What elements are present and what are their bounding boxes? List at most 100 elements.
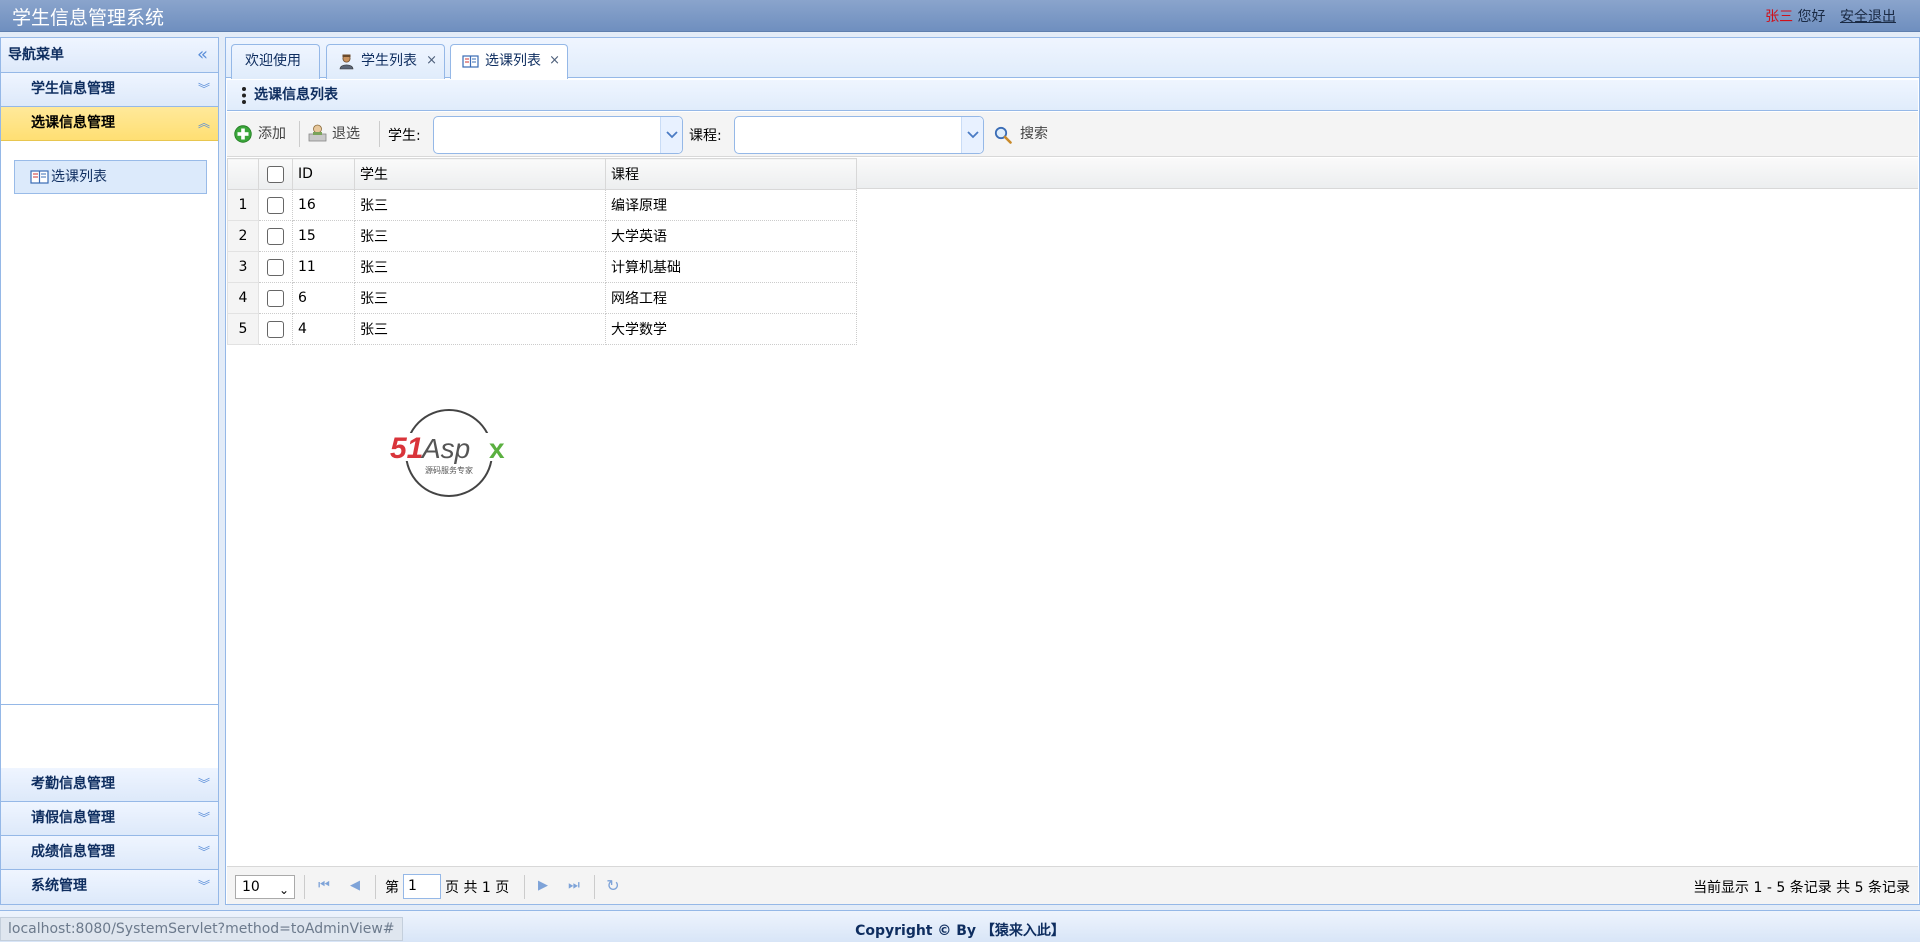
sidebar-section-student[interactable]: 学生信息管理 ︾: [1, 73, 218, 107]
table-row[interactable]: 5 4 张三 大学数学: [227, 313, 857, 345]
main-panel: 欢迎使用 学生列表 × 选课列表 × 选课信息列表 添加 退选 学生: 课程: …: [225, 37, 1920, 905]
tab-student-list[interactable]: 学生列表 ×: [326, 44, 445, 79]
select-all-cell: [258, 158, 293, 190]
close-icon[interactable]: ×: [549, 45, 560, 77]
prev-page-icon[interactable]: ◀: [345, 876, 365, 896]
close-icon[interactable]: ×: [426, 45, 437, 77]
row-select-cell: [258, 189, 293, 221]
tab-welcome[interactable]: 欢迎使用: [231, 44, 320, 79]
cell-id: 6: [292, 282, 355, 314]
section-label: 请假信息管理: [31, 810, 115, 826]
app-title: 学生信息管理系统: [12, 7, 165, 29]
toolbar-divider: [299, 121, 300, 147]
current-page-input[interactable]: 1: [403, 874, 441, 899]
logout-link[interactable]: 安全退出: [1840, 9, 1896, 25]
sidebar-item-label: 选课列表: [51, 169, 107, 185]
column-header-student[interactable]: 学生: [354, 158, 606, 190]
row-number: 5: [227, 313, 259, 345]
course-selection-grid: ID 学生 课程 1 16 张三 编译原理 2 1 5 张三 大学英语 3 11 …: [227, 158, 857, 345]
withdraw-icon: [308, 124, 327, 142]
expand-icon: ︾: [197, 845, 210, 859]
refresh-icon[interactable]: ↻: [603, 876, 623, 896]
collapse-sidebar-icon[interactable]: «: [197, 38, 208, 72]
table-row[interactable]: 4 6 张三 网络工程: [227, 282, 857, 314]
expand-icon: ︾: [197, 777, 210, 791]
table-row[interactable]: 1 16 张三 编译原理: [227, 189, 857, 221]
cell-id: 4: [292, 313, 355, 345]
expand-icon: ︾: [197, 811, 210, 825]
student-combobox[interactable]: [433, 116, 683, 154]
search-button[interactable]: 搜索: [994, 120, 1048, 148]
watermark-logo: 51 Asp x 源码服务专家: [386, 409, 516, 497]
chevron-down-icon: [666, 131, 678, 139]
dropdown-arrow[interactable]: [660, 117, 682, 153]
cell-id: 11: [292, 251, 355, 283]
grid-header-row: ID 学生 课程: [227, 158, 857, 190]
section-label: 学生信息管理: [31, 81, 115, 97]
tab-bar: 欢迎使用 学生列表 × 选课列表 ×: [226, 38, 1919, 79]
tab-label: 学生列表: [361, 53, 417, 69]
cell-student: 张三: [354, 282, 606, 314]
search-label: 搜索: [1020, 126, 1048, 142]
next-page-icon[interactable]: ▶: [533, 876, 553, 896]
sidebar-section-leave[interactable]: 请假信息管理 ︾: [1, 802, 218, 836]
row-checkbox[interactable]: [267, 227, 284, 245]
footer: Copyright © By 【猿来入此】 localhost:8080/Sys…: [0, 910, 1920, 942]
cell-course: 计算机基础: [605, 251, 857, 283]
watermark-tagline: 源码服务专家: [425, 465, 473, 475]
sidebar-section-attendance[interactable]: 考勤信息管理 ︾: [1, 768, 218, 802]
cell-course: 编译原理: [605, 189, 857, 221]
column-header-course[interactable]: 课程: [605, 158, 857, 190]
section-label: 成绩信息管理: [31, 844, 115, 860]
page-size-value: 10: [242, 879, 260, 895]
dropdown-arrow[interactable]: [961, 117, 983, 153]
column-header-id[interactable]: ID: [292, 158, 355, 190]
app-header: 学生信息管理系统 张三 您好 安全退出: [0, 0, 1920, 32]
row-checkbox[interactable]: [267, 320, 284, 338]
select-all-checkbox[interactable]: [267, 165, 284, 183]
sidebar-item-course-list[interactable]: 选课列表: [14, 160, 207, 194]
row-number: 2: [227, 220, 259, 252]
last-page-icon[interactable]: ⏭: [564, 876, 584, 896]
row-checkbox[interactable]: [267, 258, 284, 276]
add-button[interactable]: 添加: [234, 120, 286, 148]
sidebar-title: 导航菜单: [8, 47, 64, 63]
add-icon: [234, 125, 252, 143]
cell-student: 张三: [354, 313, 606, 345]
table-row[interactable]: 3 11 张三 计算机基础: [227, 251, 857, 283]
withdraw-button[interactable]: 退选: [308, 120, 360, 148]
watermark-brand-asp: Asp: [420, 433, 470, 464]
sidebar-section-grades[interactable]: 成绩信息管理 ︾: [1, 836, 218, 870]
sidebar-section-course-selection[interactable]: 选课信息管理 ︽: [1, 107, 218, 141]
more-vertical-icon: [242, 87, 246, 104]
table-row[interactable]: 2 15 张三 大学英语: [227, 220, 857, 252]
user-area: 张三 您好 安全退出: [1765, 6, 1896, 26]
row-select-cell: [258, 313, 293, 345]
panel-title: 选课信息列表: [254, 87, 338, 103]
section-label: 选课信息管理: [31, 115, 115, 131]
row-checkbox[interactable]: [267, 289, 284, 307]
cell-id: 16: [292, 189, 355, 221]
row-number: 1: [227, 189, 259, 221]
first-page-icon[interactable]: ⏮: [314, 876, 334, 896]
cell-course: 大学数学: [605, 313, 857, 345]
sidebar-section-system[interactable]: 系统管理 ︾: [1, 870, 218, 904]
page-size-select[interactable]: 10 ⌄: [235, 875, 295, 899]
row-select-cell: [258, 251, 293, 283]
tab-course-list[interactable]: 选课列表 ×: [450, 44, 568, 79]
pager-divider: [524, 875, 525, 899]
cell-course: 大学英语: [605, 220, 857, 252]
browser-status-url: localhost:8080/SystemServlet?method=toAd…: [0, 917, 403, 941]
withdraw-label: 退选: [332, 126, 360, 142]
page-prefix: 第: [385, 880, 399, 896]
row-number: 3: [227, 251, 259, 283]
sidebar-header: 导航菜单 «: [1, 38, 218, 73]
record-info: 当前显示 1 - 5 条记录 共 5 条记录: [1693, 880, 1910, 896]
course-combobox[interactable]: [734, 116, 984, 154]
row-checkbox[interactable]: [267, 196, 284, 214]
row-select-cell: [258, 220, 293, 252]
watermark-brand-x: x: [489, 433, 505, 464]
pager-divider: [375, 875, 376, 899]
row-number: 4: [227, 282, 259, 314]
collapse-icon: ︽: [197, 116, 210, 130]
